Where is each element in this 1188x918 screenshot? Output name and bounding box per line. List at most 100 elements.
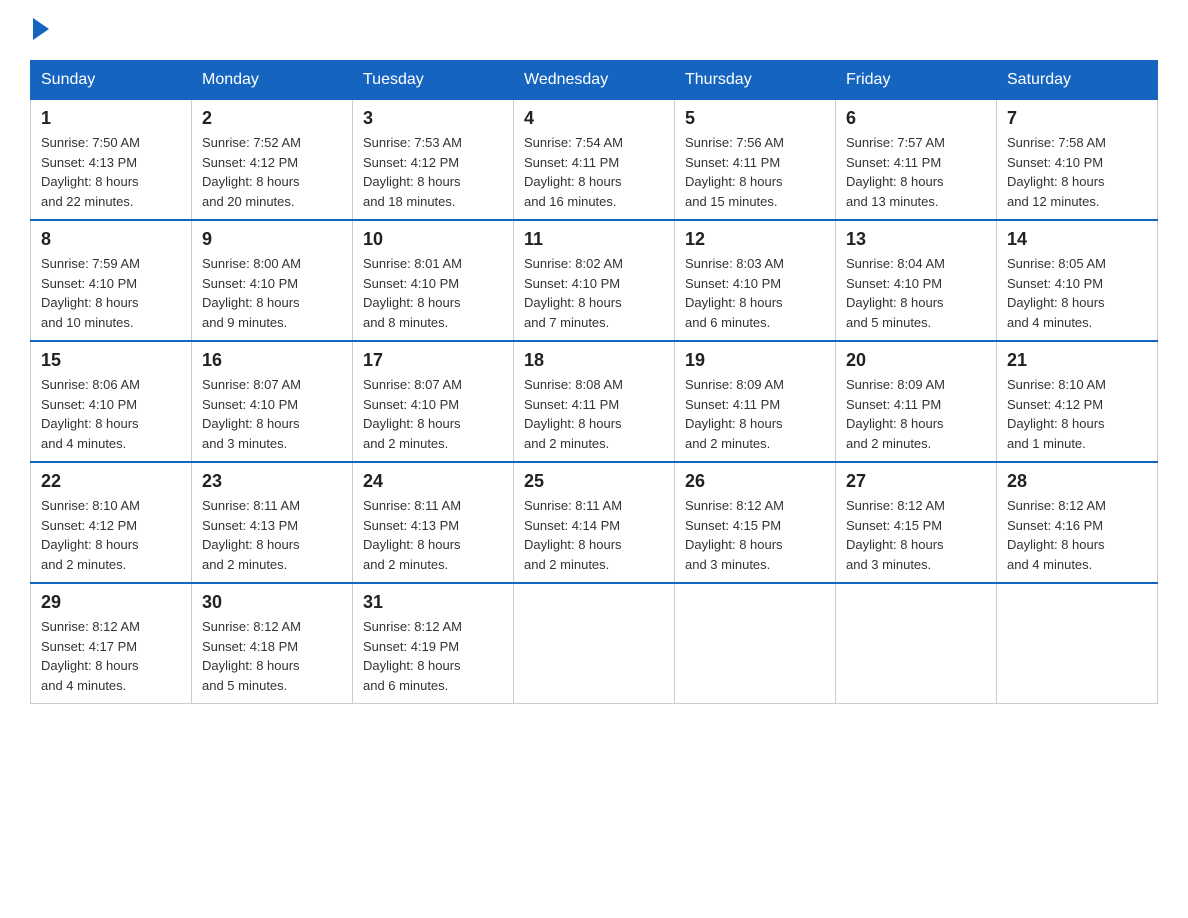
day-number: 6 [846,108,986,129]
calendar-day-cell: 15 Sunrise: 8:06 AM Sunset: 4:10 PM Dayl… [31,341,192,462]
day-info: Sunrise: 7:56 AM Sunset: 4:11 PM Dayligh… [685,133,825,211]
day-info: Sunrise: 8:09 AM Sunset: 4:11 PM Dayligh… [685,375,825,453]
day-number: 8 [41,229,181,250]
calendar-day-cell: 9 Sunrise: 8:00 AM Sunset: 4:10 PM Dayli… [192,220,353,341]
day-info: Sunrise: 8:11 AM Sunset: 4:13 PM Dayligh… [202,496,342,574]
calendar-day-cell: 26 Sunrise: 8:12 AM Sunset: 4:15 PM Dayl… [675,462,836,583]
day-info: Sunrise: 8:11 AM Sunset: 4:13 PM Dayligh… [363,496,503,574]
day-number: 23 [202,471,342,492]
day-info: Sunrise: 8:07 AM Sunset: 4:10 PM Dayligh… [202,375,342,453]
day-info: Sunrise: 8:08 AM Sunset: 4:11 PM Dayligh… [524,375,664,453]
calendar-day-cell: 1 Sunrise: 7:50 AM Sunset: 4:13 PM Dayli… [31,100,192,221]
day-info: Sunrise: 8:00 AM Sunset: 4:10 PM Dayligh… [202,254,342,332]
day-info: Sunrise: 8:12 AM Sunset: 4:16 PM Dayligh… [1007,496,1147,574]
day-of-week-header: Wednesday [514,61,675,100]
calendar-day-cell: 24 Sunrise: 8:11 AM Sunset: 4:13 PM Dayl… [353,462,514,583]
calendar-day-cell: 19 Sunrise: 8:09 AM Sunset: 4:11 PM Dayl… [675,341,836,462]
day-number: 2 [202,108,342,129]
day-number: 16 [202,350,342,371]
day-info: Sunrise: 8:12 AM Sunset: 4:19 PM Dayligh… [363,617,503,695]
calendar-table: SundayMondayTuesdayWednesdayThursdayFrid… [30,60,1158,704]
calendar-week-row: 15 Sunrise: 8:06 AM Sunset: 4:10 PM Dayl… [31,341,1158,462]
day-info: Sunrise: 8:07 AM Sunset: 4:10 PM Dayligh… [363,375,503,453]
logo-arrow-icon [33,18,49,40]
day-number: 4 [524,108,664,129]
calendar-day-cell: 14 Sunrise: 8:05 AM Sunset: 4:10 PM Dayl… [997,220,1158,341]
calendar-day-cell: 4 Sunrise: 7:54 AM Sunset: 4:11 PM Dayli… [514,100,675,221]
day-number: 12 [685,229,825,250]
day-info: Sunrise: 8:10 AM Sunset: 4:12 PM Dayligh… [1007,375,1147,453]
day-info: Sunrise: 7:53 AM Sunset: 4:12 PM Dayligh… [363,133,503,211]
calendar-week-row: 8 Sunrise: 7:59 AM Sunset: 4:10 PM Dayli… [31,220,1158,341]
day-of-week-header: Saturday [997,61,1158,100]
day-number: 19 [685,350,825,371]
calendar-day-cell: 20 Sunrise: 8:09 AM Sunset: 4:11 PM Dayl… [836,341,997,462]
day-info: Sunrise: 8:12 AM Sunset: 4:17 PM Dayligh… [41,617,181,695]
day-of-week-header: Sunday [31,61,192,100]
calendar-header-row: SundayMondayTuesdayWednesdayThursdayFrid… [31,61,1158,100]
day-of-week-header: Tuesday [353,61,514,100]
calendar-day-cell: 27 Sunrise: 8:12 AM Sunset: 4:15 PM Dayl… [836,462,997,583]
calendar-day-cell [675,583,836,704]
day-info: Sunrise: 7:57 AM Sunset: 4:11 PM Dayligh… [846,133,986,211]
day-info: Sunrise: 7:54 AM Sunset: 4:11 PM Dayligh… [524,133,664,211]
day-number: 22 [41,471,181,492]
calendar-day-cell: 5 Sunrise: 7:56 AM Sunset: 4:11 PM Dayli… [675,100,836,221]
calendar-day-cell: 7 Sunrise: 7:58 AM Sunset: 4:10 PM Dayli… [997,100,1158,221]
day-info: Sunrise: 8:12 AM Sunset: 4:15 PM Dayligh… [846,496,986,574]
day-info: Sunrise: 7:50 AM Sunset: 4:13 PM Dayligh… [41,133,181,211]
day-number: 27 [846,471,986,492]
day-number: 21 [1007,350,1147,371]
day-number: 20 [846,350,986,371]
day-number: 9 [202,229,342,250]
day-info: Sunrise: 8:05 AM Sunset: 4:10 PM Dayligh… [1007,254,1147,332]
calendar-day-cell: 18 Sunrise: 8:08 AM Sunset: 4:11 PM Dayl… [514,341,675,462]
day-number: 13 [846,229,986,250]
day-number: 29 [41,592,181,613]
day-info: Sunrise: 8:12 AM Sunset: 4:15 PM Dayligh… [685,496,825,574]
day-info: Sunrise: 8:09 AM Sunset: 4:11 PM Dayligh… [846,375,986,453]
day-number: 15 [41,350,181,371]
day-number: 26 [685,471,825,492]
day-of-week-header: Monday [192,61,353,100]
calendar-day-cell: 3 Sunrise: 7:53 AM Sunset: 4:12 PM Dayli… [353,100,514,221]
day-number: 24 [363,471,503,492]
calendar-day-cell: 12 Sunrise: 8:03 AM Sunset: 4:10 PM Dayl… [675,220,836,341]
calendar-day-cell: 29 Sunrise: 8:12 AM Sunset: 4:17 PM Dayl… [31,583,192,704]
day-info: Sunrise: 8:06 AM Sunset: 4:10 PM Dayligh… [41,375,181,453]
calendar-day-cell [514,583,675,704]
day-number: 30 [202,592,342,613]
logo [30,20,49,40]
calendar-day-cell [836,583,997,704]
calendar-day-cell: 28 Sunrise: 8:12 AM Sunset: 4:16 PM Dayl… [997,462,1158,583]
calendar-day-cell: 25 Sunrise: 8:11 AM Sunset: 4:14 PM Dayl… [514,462,675,583]
day-number: 14 [1007,229,1147,250]
calendar-day-cell: 23 Sunrise: 8:11 AM Sunset: 4:13 PM Dayl… [192,462,353,583]
day-number: 11 [524,229,664,250]
day-number: 5 [685,108,825,129]
day-info: Sunrise: 8:04 AM Sunset: 4:10 PM Dayligh… [846,254,986,332]
calendar-week-row: 22 Sunrise: 8:10 AM Sunset: 4:12 PM Dayl… [31,462,1158,583]
calendar-day-cell: 16 Sunrise: 8:07 AM Sunset: 4:10 PM Dayl… [192,341,353,462]
calendar-day-cell: 13 Sunrise: 8:04 AM Sunset: 4:10 PM Dayl… [836,220,997,341]
calendar-day-cell: 8 Sunrise: 7:59 AM Sunset: 4:10 PM Dayli… [31,220,192,341]
day-number: 1 [41,108,181,129]
day-info: Sunrise: 8:12 AM Sunset: 4:18 PM Dayligh… [202,617,342,695]
day-number: 28 [1007,471,1147,492]
calendar-day-cell: 6 Sunrise: 7:57 AM Sunset: 4:11 PM Dayli… [836,100,997,221]
day-number: 31 [363,592,503,613]
page-header [30,20,1158,40]
day-info: Sunrise: 8:10 AM Sunset: 4:12 PM Dayligh… [41,496,181,574]
day-number: 10 [363,229,503,250]
calendar-day-cell: 31 Sunrise: 8:12 AM Sunset: 4:19 PM Dayl… [353,583,514,704]
day-number: 25 [524,471,664,492]
calendar-day-cell: 17 Sunrise: 8:07 AM Sunset: 4:10 PM Dayl… [353,341,514,462]
day-info: Sunrise: 8:11 AM Sunset: 4:14 PM Dayligh… [524,496,664,574]
day-info: Sunrise: 8:01 AM Sunset: 4:10 PM Dayligh… [363,254,503,332]
day-of-week-header: Thursday [675,61,836,100]
calendar-day-cell: 22 Sunrise: 8:10 AM Sunset: 4:12 PM Dayl… [31,462,192,583]
calendar-day-cell [997,583,1158,704]
day-of-week-header: Friday [836,61,997,100]
day-number: 7 [1007,108,1147,129]
day-number: 17 [363,350,503,371]
